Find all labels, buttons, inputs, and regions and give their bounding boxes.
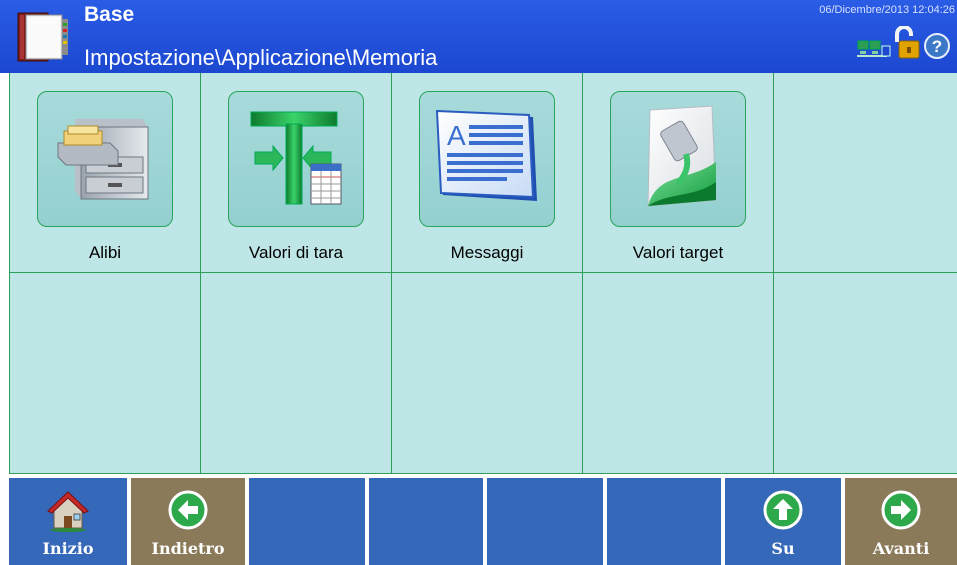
up-button[interactable]: Su xyxy=(725,478,841,565)
help-icon[interactable]: ? xyxy=(923,32,951,65)
page-title: Base xyxy=(84,3,135,26)
softkey-empty[interactable] xyxy=(369,478,483,565)
unlocked-padlock-icon xyxy=(893,25,921,65)
tile-frame xyxy=(37,91,173,227)
tile-label: Valori di tara xyxy=(248,243,344,262)
empty-cell xyxy=(201,273,392,474)
tile-frame xyxy=(228,91,364,227)
softkey-bar: Inizio Indietro Su Avanti xyxy=(0,474,957,565)
tile-messaggi[interactable]: A Messaggi xyxy=(392,73,583,273)
softkey-empty[interactable] xyxy=(487,478,603,565)
empty-cell xyxy=(392,273,583,474)
empty-cell xyxy=(10,273,201,474)
status-icons: ? xyxy=(857,25,951,65)
datetime-display: 06/Dicembre/2013 12:04:26 xyxy=(819,4,955,16)
empty-cell xyxy=(583,273,774,474)
arrow-left-icon xyxy=(166,488,210,532)
next-button[interactable]: Avanti xyxy=(845,478,957,565)
breadcrumb: Impostazione\Applicazione\Memoria xyxy=(84,45,438,70)
arrow-up-icon xyxy=(761,488,805,532)
tile-label: Valori target xyxy=(632,243,724,262)
svg-text:?: ? xyxy=(932,37,942,56)
tile-valori-target[interactable]: Valori target xyxy=(583,73,774,273)
empty-cell xyxy=(774,73,957,273)
svg-text:A: A xyxy=(447,120,466,151)
tare-table-icon xyxy=(241,102,351,217)
tile-frame xyxy=(610,91,746,227)
tile-alibi[interactable]: Alibi xyxy=(10,73,201,273)
next-label: Avanti xyxy=(872,539,930,558)
home-label: Inizio xyxy=(42,539,94,558)
softkey-empty[interactable] xyxy=(607,478,721,565)
up-label: Su xyxy=(771,539,795,558)
header-bar: Base Impostazione\Applicazione\Memoria 0… xyxy=(0,0,957,73)
tile-label: Messaggi xyxy=(450,243,524,262)
book-icon xyxy=(14,9,76,65)
empty-cell xyxy=(774,273,957,474)
arrow-right-icon xyxy=(879,488,923,532)
target-paint-icon xyxy=(628,102,728,217)
message-document-icon: A xyxy=(429,107,545,212)
back-label: Indietro xyxy=(151,539,225,558)
menu-grid: Alibi Valori di tara A Messaggi Valori t… xyxy=(9,73,957,474)
home-icon xyxy=(46,488,90,532)
softkey-empty[interactable] xyxy=(249,478,365,565)
back-button[interactable]: Indietro xyxy=(131,478,245,565)
home-button[interactable]: Inizio xyxy=(9,478,127,565)
tile-label: Alibi xyxy=(88,243,122,262)
file-cabinet-icon xyxy=(50,107,160,212)
tile-frame: A xyxy=(419,91,555,227)
tile-valori-di-tara[interactable]: Valori di tara xyxy=(201,73,392,273)
app-window: Base Impostazione\Applicazione\Memoria 0… xyxy=(0,0,957,565)
network-icon xyxy=(857,38,891,65)
